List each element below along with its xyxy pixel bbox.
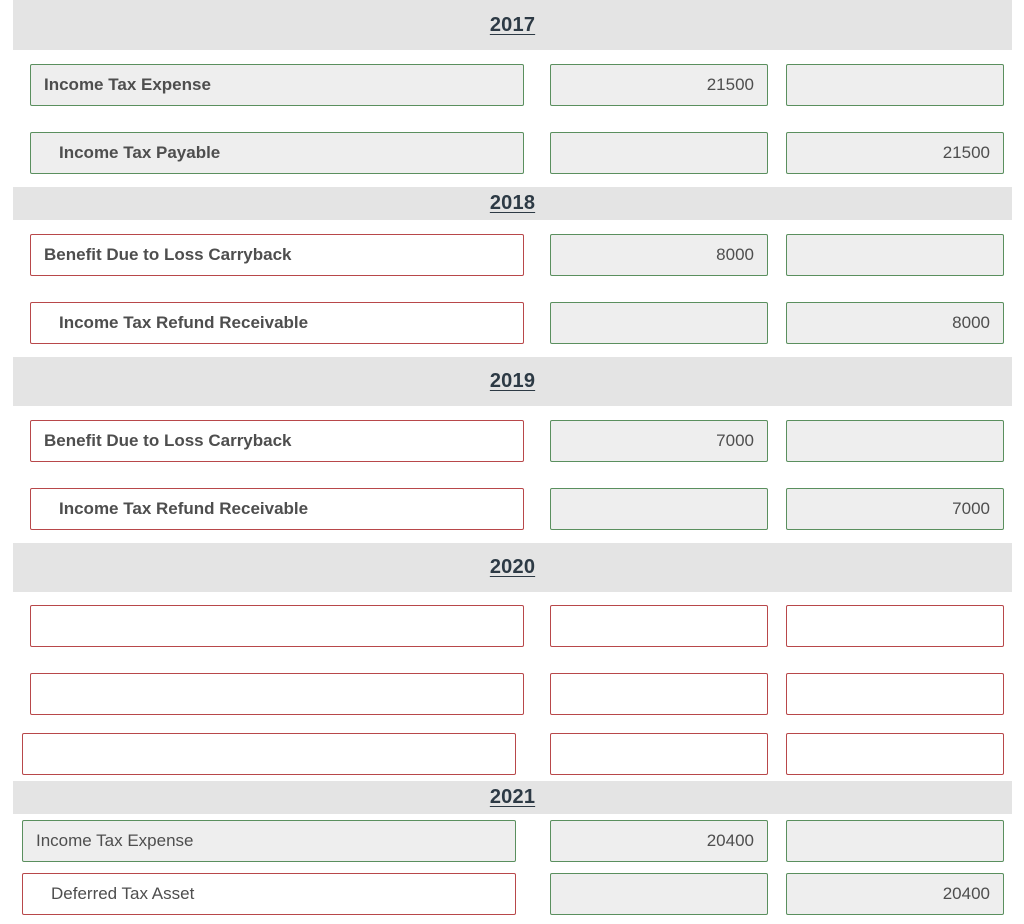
- debit-field[interactable]: 21500: [550, 64, 768, 106]
- account-field[interactable]: Income Tax Refund Receivable: [30, 488, 524, 530]
- section-header-2019: 2019: [13, 357, 1012, 406]
- credit-field[interactable]: 20400: [786, 873, 1004, 915]
- section-year: 2017: [489, 13, 536, 36]
- credit-field[interactable]: [786, 605, 1004, 647]
- account-field[interactable]: Income Tax Expense: [30, 64, 524, 106]
- credit-field[interactable]: [786, 64, 1004, 106]
- credit-field[interactable]: 8000: [786, 302, 1004, 344]
- debit-field[interactable]: [550, 873, 768, 915]
- section-header-2018: 2018: [13, 187, 1012, 220]
- credit-field[interactable]: [786, 733, 1004, 775]
- credit-field[interactable]: 21500: [786, 132, 1004, 174]
- section-year: 2018: [489, 192, 536, 214]
- account-field[interactable]: [30, 673, 524, 715]
- debit-field[interactable]: [550, 733, 768, 775]
- section-header-2021: 2021: [13, 781, 1012, 814]
- debit-field[interactable]: [550, 132, 768, 174]
- debit-field[interactable]: [550, 605, 768, 647]
- section-year: 2021: [489, 786, 536, 808]
- credit-field[interactable]: [786, 820, 1004, 862]
- debit-field[interactable]: [550, 302, 768, 344]
- account-field[interactable]: Income Tax Expense: [22, 820, 516, 862]
- section-header-2017: 2017: [13, 0, 1012, 50]
- account-field[interactable]: Income Tax Refund Receivable: [30, 302, 524, 344]
- debit-field[interactable]: 8000: [550, 234, 768, 276]
- account-field[interactable]: [30, 605, 524, 647]
- account-field[interactable]: Benefit Due to Loss Carryback: [30, 234, 524, 276]
- debit-field[interactable]: [550, 488, 768, 530]
- credit-field[interactable]: [786, 234, 1004, 276]
- account-field[interactable]: Benefit Due to Loss Carryback: [30, 420, 524, 462]
- debit-field[interactable]: [550, 673, 768, 715]
- section-header-2020: 2020: [13, 543, 1012, 592]
- account-field[interactable]: [22, 733, 516, 775]
- credit-field[interactable]: 7000: [786, 488, 1004, 530]
- credit-field[interactable]: [786, 673, 1004, 715]
- section-year: 2019: [489, 370, 536, 392]
- section-year: 2020: [489, 556, 536, 578]
- debit-field[interactable]: 20400: [550, 820, 768, 862]
- debit-field[interactable]: 7000: [550, 420, 768, 462]
- account-field[interactable]: Deferred Tax Asset: [22, 873, 516, 915]
- credit-field[interactable]: [786, 420, 1004, 462]
- account-field[interactable]: Income Tax Payable: [30, 132, 524, 174]
